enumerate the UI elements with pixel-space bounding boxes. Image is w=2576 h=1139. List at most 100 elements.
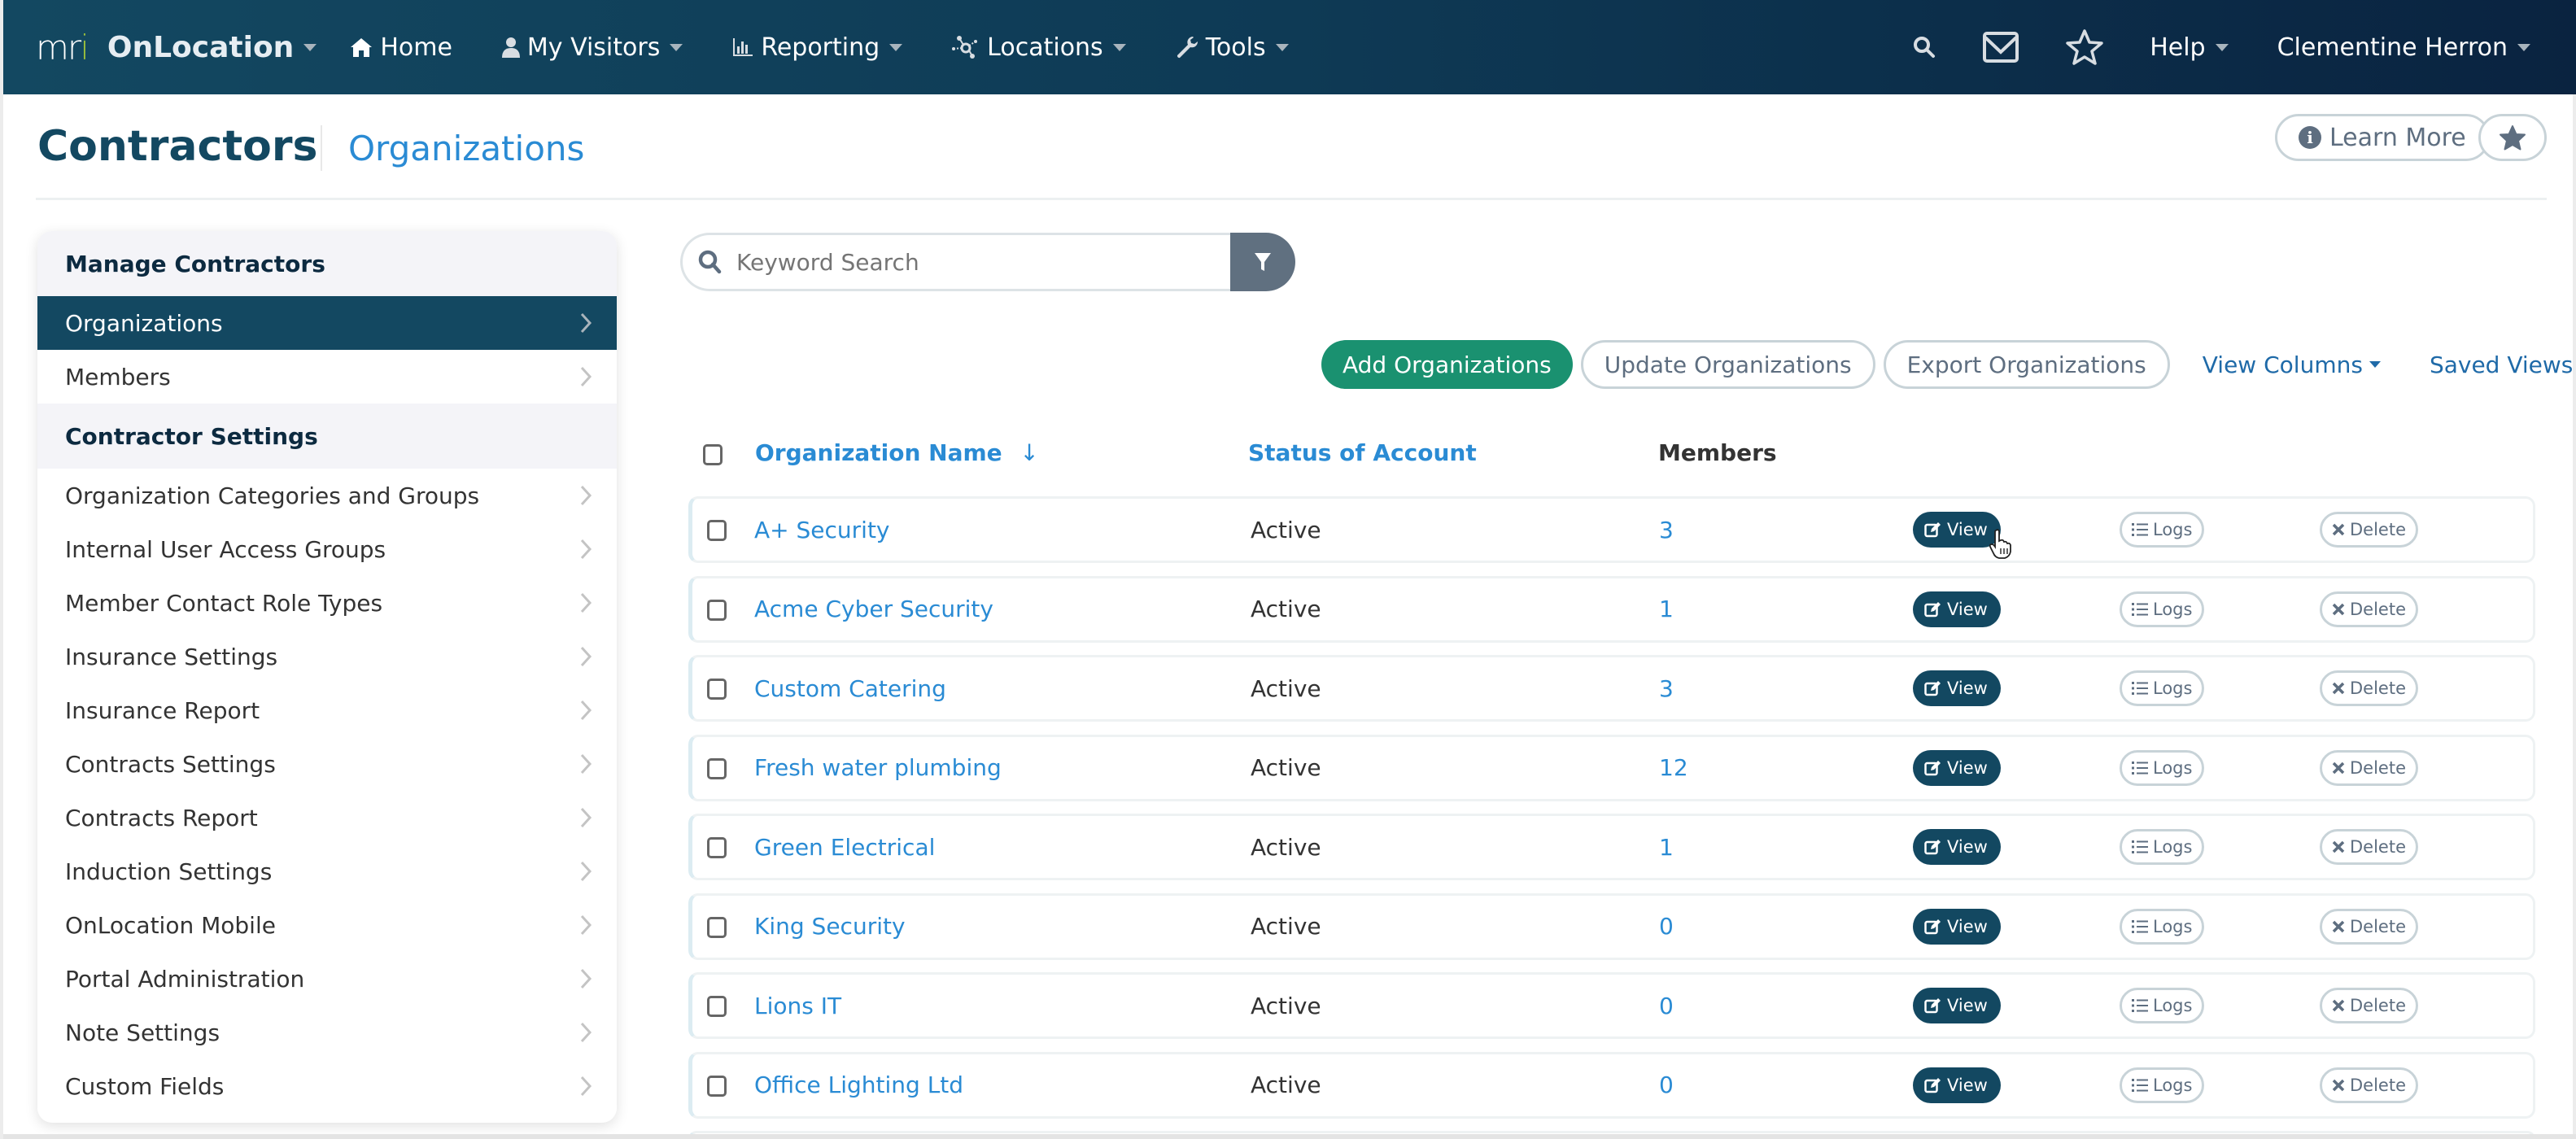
- sidebar-item-contracts-settings[interactable]: Contracts Settings: [37, 737, 617, 791]
- nav-my-visitors[interactable]: My Visitors: [501, 33, 683, 62]
- update-organizations-button[interactable]: Update Organizations: [1580, 340, 1875, 389]
- select-all-checkbox[interactable]: [703, 444, 723, 465]
- logs-button[interactable]: Logs: [2120, 749, 2205, 786]
- logs-button[interactable]: Logs: [2120, 1067, 2205, 1103]
- view-button[interactable]: View: [1913, 670, 2001, 706]
- nav-locations[interactable]: Locations: [951, 33, 1126, 62]
- members-count-link[interactable]: 12: [1659, 737, 1688, 799]
- user-menu[interactable]: Clementine Herron: [2277, 33, 2530, 62]
- filter-button[interactable]: [1230, 233, 1295, 291]
- delete-label: Delete: [2350, 757, 2406, 778]
- delete-button[interactable]: Delete: [2320, 670, 2418, 706]
- organization-name-link[interactable]: Fresh water plumbing: [754, 737, 1002, 799]
- organization-name-link[interactable]: Custom Catering: [754, 657, 946, 719]
- logs-label: Logs: [2153, 757, 2193, 778]
- chevron-right-icon: [580, 753, 592, 775]
- nav-locations-label: Locations: [987, 33, 1103, 62]
- global-search-button[interactable]: [1912, 35, 1936, 59]
- members-count-link[interactable]: 0: [1659, 896, 1674, 958]
- export-organizations-button[interactable]: Export Organizations: [1883, 340, 2170, 389]
- sidebar-item-member-contact-role-types[interactable]: Member Contact Role Types: [37, 576, 617, 630]
- view-label: View: [1947, 599, 1988, 619]
- sidebar-item-label: Contracts Settings: [65, 750, 276, 778]
- delete-button[interactable]: Delete: [2320, 829, 2418, 865]
- messages-button[interactable]: [1982, 31, 2019, 63]
- view-columns-dropdown[interactable]: View Columns: [2203, 351, 2381, 378]
- organization-name-link[interactable]: Office Lighting Ltd: [754, 1054, 963, 1116]
- brand-chevron-down-icon[interactable]: [303, 43, 317, 51]
- nav-tools[interactable]: Tools: [1175, 33, 1289, 62]
- list-icon: [2132, 602, 2148, 616]
- sidebar-item-induction-settings[interactable]: Induction Settings: [37, 844, 617, 898]
- organization-name-link[interactable]: Acme Cyber Security: [754, 578, 993, 640]
- top-navigation-bar: mri OnLocation Home My Visitors Reportin…: [3, 0, 2576, 94]
- sidebar-item-contracts-report[interactable]: Contracts Report: [37, 791, 617, 844]
- delete-button[interactable]: Delete: [2320, 908, 2418, 945]
- row-checkbox[interactable]: [707, 996, 727, 1017]
- sidebar-item-portal-administration[interactable]: Portal Administration: [37, 952, 617, 1006]
- members-count-link[interactable]: 3: [1659, 657, 1674, 719]
- close-icon: [2332, 523, 2345, 536]
- members-count-link[interactable]: 0: [1659, 1054, 1674, 1116]
- sidebar-item-members[interactable]: Members: [37, 350, 617, 404]
- sidebar-item-organizations[interactable]: Organizations: [37, 296, 617, 350]
- view-button[interactable]: View: [1913, 512, 2001, 548]
- account-status: Active: [1251, 596, 1321, 622]
- row-checkbox[interactable]: [707, 837, 727, 858]
- add-favorite-button[interactable]: [2478, 114, 2547, 161]
- view-label: View: [1947, 1075, 1988, 1095]
- view-button[interactable]: View: [1913, 591, 2001, 627]
- hand-cursor-icon: [1989, 529, 2011, 559]
- organization-name-link[interactable]: Green Electrical: [754, 816, 935, 878]
- view-button[interactable]: View: [1913, 908, 2001, 945]
- row-checkbox[interactable]: [707, 679, 727, 700]
- wrench-icon: [1177, 37, 1198, 59]
- brand-logo[interactable]: mri OnLocation: [36, 28, 294, 68]
- nav-home[interactable]: Home: [349, 33, 452, 62]
- help-menu[interactable]: Help: [2150, 33, 2229, 62]
- sidebar-item-custom-fields[interactable]: Custom Fields: [37, 1059, 617, 1113]
- members-count-link[interactable]: 1: [1659, 578, 1674, 640]
- logs-button[interactable]: Logs: [2120, 670, 2205, 706]
- row-checkbox[interactable]: [707, 1075, 727, 1097]
- column-header-status-of-account[interactable]: Status of Account: [1248, 439, 1477, 466]
- search-input[interactable]: [736, 248, 1192, 276]
- delete-button[interactable]: Delete: [2320, 749, 2418, 786]
- row-checkbox[interactable]: [707, 916, 727, 938]
- delete-button[interactable]: Delete: [2320, 1067, 2418, 1103]
- logs-button[interactable]: Logs: [2120, 829, 2205, 865]
- favorites-button[interactable]: [2065, 28, 2104, 66]
- view-button[interactable]: View: [1913, 1067, 2001, 1103]
- organization-name-link[interactable]: King Security: [754, 896, 906, 958]
- logs-button[interactable]: Logs: [2120, 591, 2205, 627]
- members-count-link[interactable]: 3: [1659, 499, 1674, 561]
- column-header-organization-name[interactable]: Organization Name ↓: [755, 439, 1039, 466]
- search-icon: [698, 250, 722, 274]
- sidebar-item-internal-user-access-groups[interactable]: Internal User Access Groups: [37, 522, 617, 576]
- learn-more-button[interactable]: i Learn More: [2275, 114, 2490, 161]
- organization-name-link[interactable]: Lions IT: [754, 975, 841, 1036]
- logs-button[interactable]: Logs: [2120, 988, 2205, 1023]
- logs-button[interactable]: Logs: [2120, 512, 2205, 548]
- members-count-link[interactable]: 1: [1659, 816, 1674, 878]
- row-checkbox[interactable]: [707, 520, 727, 541]
- nav-reporting[interactable]: Reporting: [731, 33, 903, 62]
- delete-button[interactable]: Delete: [2320, 512, 2418, 548]
- delete-button[interactable]: Delete: [2320, 591, 2418, 627]
- row-checkbox[interactable]: [707, 757, 727, 779]
- sidebar-item-organization-categories-and-groups[interactable]: Organization Categories and Groups: [37, 469, 617, 522]
- organization-name-link[interactable]: A+ Security: [754, 499, 890, 561]
- row-checkbox[interactable]: [707, 599, 727, 621]
- view-button[interactable]: View: [1913, 988, 2001, 1023]
- members-count-link[interactable]: 0: [1659, 975, 1674, 1036]
- view-button[interactable]: View: [1913, 749, 2001, 786]
- add-organizations-button[interactable]: Add Organizations: [1321, 340, 1573, 389]
- sidebar-item-note-settings[interactable]: Note Settings: [37, 1006, 617, 1059]
- sidebar-item-onlocation-mobile[interactable]: OnLocation Mobile: [37, 898, 617, 952]
- sidebar-item-insurance-report[interactable]: Insurance Report: [37, 683, 617, 737]
- view-button[interactable]: View: [1913, 829, 2001, 865]
- delete-button[interactable]: Delete: [2320, 988, 2418, 1023]
- logs-button[interactable]: Logs: [2120, 908, 2205, 945]
- sidebar-item-insurance-settings[interactable]: Insurance Settings: [37, 630, 617, 683]
- saved-views-dropdown[interactable]: Saved Views: [2430, 351, 2576, 378]
